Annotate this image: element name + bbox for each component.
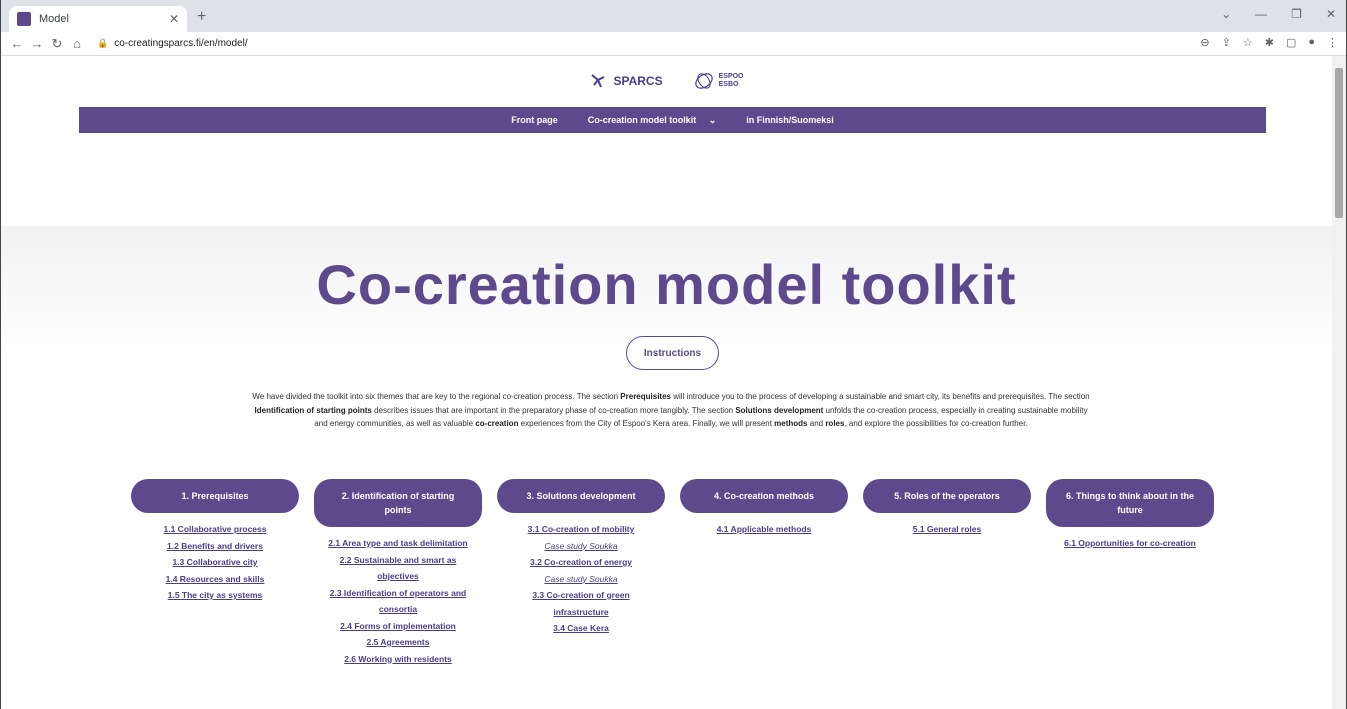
back-icon[interactable]: ← <box>7 36 27 51</box>
theme-column: 1. Prerequisites 1.1 Collaborative proce… <box>131 479 299 667</box>
theme-link[interactable]: 1.4 Resources and skills <box>166 571 265 588</box>
intro-bold: roles <box>825 419 845 428</box>
page-content: SPARCS ESPOO ESBO Front page Co-creation… <box>1 56 1332 709</box>
theme-links: 5.1 General roles <box>913 521 982 538</box>
nav-toolkit[interactable]: Co-creation model toolkit ⌄ <box>588 115 717 126</box>
intro-text: We have divided the toolkit into six the… <box>251 390 1091 431</box>
intro-part: will introduce you to the process of dev… <box>671 392 1090 401</box>
theme-link[interactable]: 2.3 Identification of operators and cons… <box>313 585 483 618</box>
themes-grid: 1. Prerequisites 1.1 Collaborative proce… <box>131 479 1214 667</box>
page-title: Co-creation model toolkit <box>316 253 1017 316</box>
theme-column: 4. Co-creation methods 4.1 Applicable me… <box>680 479 848 667</box>
theme-column: 3. Solutions development 3.1 Co-creation… <box>497 479 665 667</box>
intro-bold: Solutions development <box>735 405 824 415</box>
theme-link[interactable]: 3.3 Co-creation of green infrastructure <box>516 587 646 620</box>
theme-link[interactable]: 6.1 Opportunities for co-creation <box>1064 535 1196 552</box>
forward-icon[interactable]: → <box>27 36 47 51</box>
theme-link[interactable]: 1.5 The city as systems <box>168 587 263 604</box>
browser-tab-bar: Model ✕ + ⌄ — ❐ ✕ <box>1 0 1346 32</box>
chevron-down-icon: ⌄ <box>708 114 717 125</box>
main-nav: Front page Co-creation model toolkit ⌄ i… <box>79 107 1266 133</box>
browser-toolbar: ← → ↻ ⌂ 🔒 co-creatingsparcs.fi/en/model/… <box>1 32 1346 56</box>
espoo-logo-icon <box>694 73 713 89</box>
address-bar[interactable]: 🔒 co-creatingsparcs.fi/en/model/ <box>97 38 248 49</box>
theme-button-roles[interactable]: 5. Roles of the operators <box>863 479 1031 513</box>
theme-links: 1.1 Collaborative process 1.2 Benefits a… <box>164 521 267 604</box>
theme-link[interactable]: 5.1 General roles <box>913 521 982 538</box>
theme-link[interactable]: 2.6 Working with residents <box>344 651 452 668</box>
intro-bold: Prerequisites <box>620 392 671 401</box>
close-icon[interactable]: ✕ <box>169 12 179 26</box>
theme-button-prerequisites[interactable]: 1. Prerequisites <box>131 479 299 513</box>
menu-icon[interactable]: ⋮ <box>1327 36 1338 49</box>
espoo-logo-text: ESPOO <box>718 73 744 80</box>
sparcs-logo-icon <box>591 74 605 88</box>
restore-icon[interactable]: ❐ <box>1291 7 1302 21</box>
theme-link[interactable]: 2.1 Area type and task delimitation <box>328 535 468 552</box>
intro-part: experiences from the City of Espoo's Ker… <box>518 419 775 428</box>
home-icon[interactable]: ⌂ <box>67 36 87 51</box>
theme-link[interactable]: 2.5 Agreements <box>367 634 430 651</box>
chevron-down-icon[interactable]: ⌄ <box>1221 7 1231 21</box>
theme-column: 6. Things to think about in the future 6… <box>1046 479 1214 667</box>
espoo-logo[interactable]: ESPOO ESBO <box>693 70 744 92</box>
theme-link[interactable]: 3.1 Co-creation of mobility <box>528 521 635 538</box>
lock-icon: 🔒 <box>97 38 109 48</box>
theme-button-starting-points[interactable]: 2. Identification of starting points <box>314 479 482 527</box>
theme-button-solutions[interactable]: 3. Solutions development <box>497 479 665 513</box>
theme-links: 2.1 Area type and task delimitation 2.2 … <box>313 535 483 667</box>
theme-link[interactable]: 1.3 Collaborative city <box>172 554 257 571</box>
nav-front-page[interactable]: Front page <box>511 115 558 125</box>
nav-toolkit-label: Co-creation model toolkit <box>587 114 697 125</box>
sparcs-logo[interactable]: SPARCS <box>589 71 663 91</box>
intro-bold: methods <box>774 419 808 428</box>
theme-link-case-study[interactable]: Case study Soukka <box>544 571 617 588</box>
theme-links: 6.1 Opportunities for co-creation <box>1064 535 1196 552</box>
url-text: co-creatingsparcs.fi/en/model/ <box>114 38 248 49</box>
theme-column: 5. Roles of the operators 5.1 General ro… <box>863 479 1031 667</box>
extensions-icon[interactable]: ✱ <box>1265 36 1274 49</box>
scrollbar-thumb[interactable] <box>1335 68 1343 218</box>
favicon-icon <box>17 12 31 26</box>
theme-link[interactable]: 4.1 Applicable methods <box>717 521 812 538</box>
intro-part: and <box>807 419 826 428</box>
bookmark-star-icon[interactable]: ☆ <box>1243 36 1253 49</box>
logo-bar: SPARCS ESPOO ESBO <box>1 56 1332 106</box>
intro-part: , and explore the possibilities for co-c… <box>844 419 1028 428</box>
theme-button-future[interactable]: 6. Things to think about in the future <box>1046 479 1214 527</box>
theme-link[interactable]: 3.2 Co-creation of energy <box>530 554 632 571</box>
tab-title: Model <box>39 13 69 25</box>
nav-finnish[interactable]: in Finnish/Suomeksi <box>746 115 834 125</box>
intro-part: describes issues that are important in t… <box>371 405 736 415</box>
theme-button-methods[interactable]: 4. Co-creation methods <box>680 479 848 513</box>
share-icon[interactable]: ⇪ <box>1222 36 1231 49</box>
browser-tab[interactable]: Model ✕ <box>9 6 187 32</box>
instructions-button[interactable]: Instructions <box>626 336 719 370</box>
intro-part: We have divided the toolkit into six the… <box>252 392 621 401</box>
zoom-icon[interactable]: ⊖ <box>1200 36 1209 49</box>
close-window-icon[interactable]: ✕ <box>1326 7 1336 21</box>
esbo-logo-text: ESBO <box>718 81 739 88</box>
theme-column: 2. Identification of starting points 2.1… <box>314 479 482 667</box>
minimize-icon[interactable]: — <box>1255 7 1267 21</box>
sidepanel-icon[interactable]: ▢ <box>1286 36 1296 49</box>
intro-bold: Identification of starting points <box>254 405 372 415</box>
theme-links: 4.1 Applicable methods <box>717 521 812 538</box>
new-tab-icon[interactable]: + <box>197 8 206 26</box>
theme-links: 3.1 Co-creation of mobility Case study S… <box>516 521 646 637</box>
reload-icon[interactable]: ↻ <box>47 36 67 52</box>
theme-link[interactable]: 3.4 Case Kera <box>553 620 609 637</box>
sparcs-logo-text: SPARCS <box>613 74 663 88</box>
profile-icon[interactable]: ● <box>1308 36 1315 49</box>
page-scrollbar[interactable] <box>1332 56 1346 709</box>
intro-bold: co-creation <box>475 419 519 428</box>
theme-link-case-study[interactable]: Case study Soukka <box>544 538 617 555</box>
theme-link[interactable]: 2.2 Sustainable and smart as objectives <box>333 552 463 585</box>
theme-link[interactable]: 1.1 Collaborative process <box>164 521 267 538</box>
theme-link[interactable]: 2.4 Forms of implementation <box>340 618 456 635</box>
theme-link[interactable]: 1.2 Benefits and drivers <box>167 538 263 555</box>
